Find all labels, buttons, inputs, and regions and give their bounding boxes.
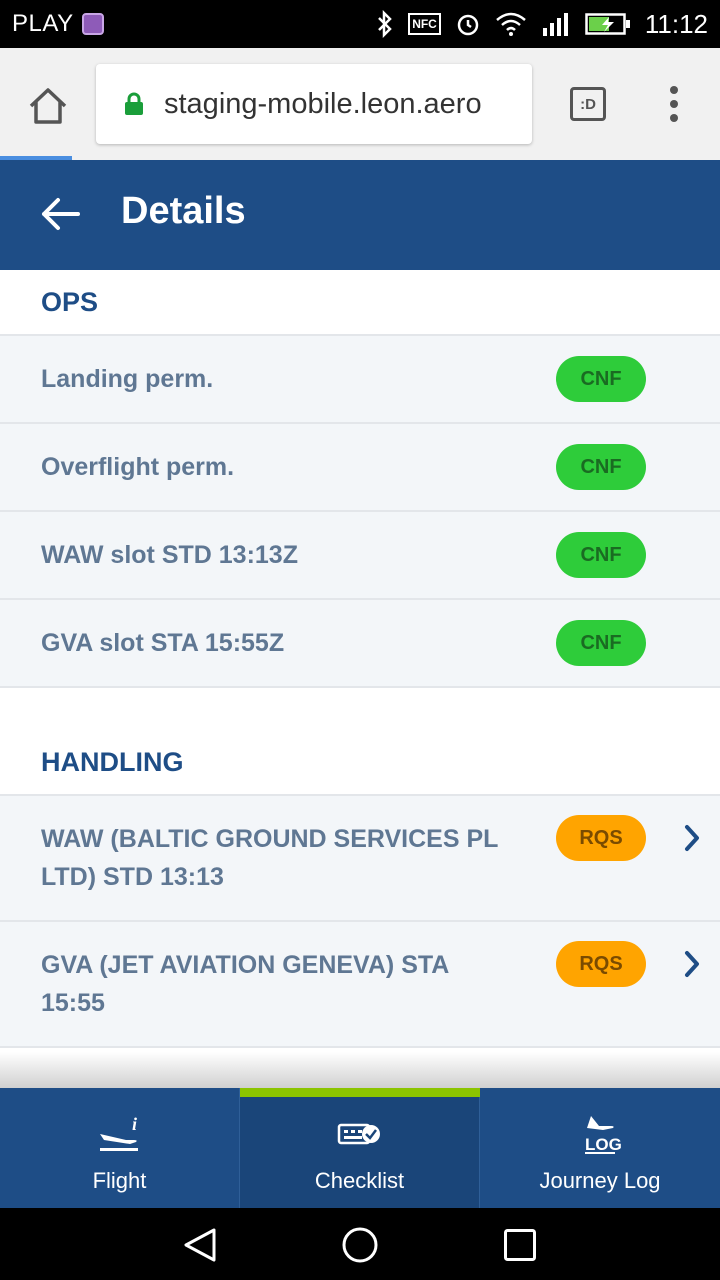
chevron-right-icon[interactable] [682,824,702,852]
address-bar[interactable]: staging-mobile.leon.aero [96,64,532,144]
checklist-row: GVA slot STA 15:55Z CNF [0,600,720,688]
status-badge: CNF [556,444,646,490]
system-navigation-bar [0,1208,720,1280]
status-badge: CNF [556,356,646,402]
status-badge: RQS [556,815,646,861]
checklist-icon [330,1114,390,1154]
app-header: Details [0,160,720,270]
lock-icon [125,92,143,115]
carrier-name: PLAY [12,10,74,37]
tab-switcher-button[interactable]: :D [570,87,606,121]
tab-journey-log[interactable]: LOG Journey Log [480,1088,720,1208]
tab-checklist[interactable]: Checklist [240,1088,480,1208]
row-label: WAW (BALTIC GROUND SERVICES PL LTD) STD … [41,825,498,891]
page-title: Details [121,190,246,232]
svg-text:LOG: LOG [585,1135,622,1154]
nfc-icon: NFC [408,13,441,35]
row-label: Overflight perm. [41,453,235,481]
back-arrow-icon[interactable] [38,194,82,234]
url-text: staging-mobile.leon.aero [164,87,482,120]
tab-label: Checklist [314,1168,405,1193]
row-label: Landing perm. [41,365,214,393]
details-content[interactable]: OPS Landing perm. CNF Overflight perm. C… [0,270,720,1088]
section-spacer [0,688,720,730]
signal-icon [542,13,568,36]
svg-text:i: i [132,1116,137,1134]
battery-charging-icon [585,13,630,35]
back-icon[interactable] [182,1226,220,1264]
browser-toolbar: staging-mobile.leon.aero :D [0,48,720,160]
row-label: WAW slot STD 13:13Z [41,541,298,569]
flight-info-icon: i [90,1114,150,1154]
section-title-ops: OPS [0,270,720,336]
checklist-row: Overflight perm. CNF [0,424,720,512]
overflow-menu-icon[interactable] [666,86,682,126]
gallery-icon [81,13,104,35]
bottom-navigation: i Flight Checklist LOG Journey Log [0,1088,720,1208]
status-bar: PLAY NFC 11:12 [0,0,720,48]
checklist-row: Landing perm. CNF [0,336,720,424]
handling-row[interactable]: GVA (JET AVIATION GENEVA) STA 15:55 RQS [0,922,720,1048]
status-badge: RQS [556,941,646,987]
section-title-handling: HANDLING [0,730,720,796]
home-circle-icon[interactable] [341,1226,379,1264]
checklist-row: WAW slot STD 13:13Z CNF [0,512,720,600]
tab-label: Flight [92,1168,147,1193]
row-label: GVA (JET AVIATION GENEVA) STA 15:55 [41,951,449,1017]
tab-flight[interactable]: i Flight [0,1088,240,1208]
bluetooth-icon [378,10,392,38]
row-label: GVA slot STA 15:55Z [41,629,285,657]
scroll-shadow [0,1052,720,1088]
tab-label: Journey Log [539,1168,661,1193]
recents-icon[interactable] [503,1228,537,1262]
status-badge: CNF [556,532,646,578]
status-badge: CNF [556,620,646,666]
chevron-right-icon[interactable] [682,950,702,978]
alarm-icon [457,14,479,36]
journey-log-icon: LOG [570,1114,630,1154]
home-icon[interactable] [26,84,70,128]
handling-row[interactable]: WAW (BALTIC GROUND SERVICES PL LTD) STD … [0,796,720,922]
clock: 11:12 [644,8,708,39]
wifi-icon [496,12,526,36]
